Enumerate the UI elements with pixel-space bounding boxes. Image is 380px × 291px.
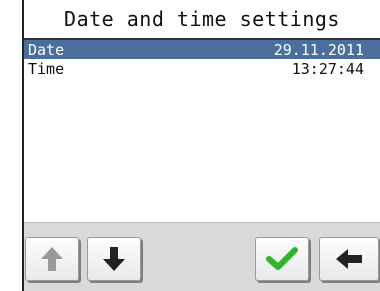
bottom-toolbar [24,222,380,291]
list-item-label: Date [28,40,65,59]
settings-panel: Date and time settings Date 29.11.2011 T… [22,0,380,291]
move-up-button[interactable] [25,237,79,281]
settings-list: Date 29.11.2011 Time 13:27:44 [24,40,380,78]
list-item-date[interactable]: Date 29.11.2011 [24,40,380,59]
arrow-left-icon [336,249,362,269]
back-button[interactable] [319,237,379,281]
confirm-button[interactable] [255,237,309,281]
list-item-time[interactable]: Time 13:27:44 [24,59,380,78]
page-title: Date and time settings [24,0,380,40]
move-down-button[interactable] [87,237,141,281]
device-screen: Date and time settings Date 29.11.2011 T… [0,0,380,291]
list-item-value: 13:27:44 [291,59,364,78]
left-bezel [0,0,22,291]
checkmark-icon [266,247,298,270]
arrow-down-icon [103,247,125,271]
list-item-label: Time [28,59,65,78]
arrow-up-icon [41,247,63,271]
list-item-value: 29.11.2011 [273,40,364,59]
